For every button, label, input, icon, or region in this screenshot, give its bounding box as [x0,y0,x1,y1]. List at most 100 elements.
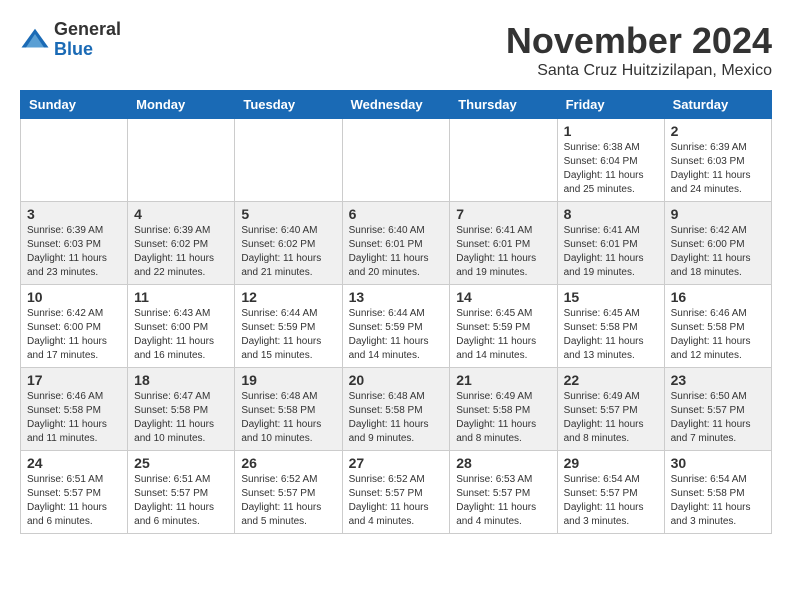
day-info: Sunrise: 6:46 AM Sunset: 5:58 PM Dayligh… [27,390,121,446]
day-info: Sunrise: 6:51 AM Sunset: 5:57 PM Dayligh… [27,473,121,529]
day-info: Sunrise: 6:51 AM Sunset: 5:57 PM Dayligh… [134,473,228,529]
day-info: Sunrise: 6:49 AM Sunset: 5:57 PM Dayligh… [564,390,658,446]
day-info: Sunrise: 6:49 AM Sunset: 5:58 PM Dayligh… [456,390,550,446]
day-info: Sunrise: 6:39 AM Sunset: 6:02 PM Dayligh… [134,224,228,280]
calendar-cell: 17 Sunrise: 6:46 AM Sunset: 5:58 PM Dayli… [21,368,128,451]
day-number: 22 [564,372,658,388]
day-number: 21 [456,372,550,388]
week-row-4: 17 Sunrise: 6:46 AM Sunset: 5:58 PM Dayli… [21,368,772,451]
day-number: 30 [671,455,765,471]
day-number: 26 [241,455,335,471]
day-number: 7 [456,206,550,222]
calendar-cell [128,119,235,202]
day-info: Sunrise: 6:46 AM Sunset: 5:58 PM Dayligh… [671,307,765,363]
calendar-cell: 15 Sunrise: 6:45 AM Sunset: 5:58 PM Dayli… [557,285,664,368]
day-number: 2 [671,123,765,139]
calendar-cell [342,119,450,202]
week-row-3: 10Sunrise: 6:42 AM Sunset: 6:00 PM Dayli… [21,285,772,368]
calendar-cell: 28Sunrise: 6:53 AM Sunset: 5:57 PM Dayli… [450,451,557,534]
calendar-cell: 6 Sunrise: 6:40 AM Sunset: 6:01 PM Daylig… [342,202,450,285]
day-number: 12 [241,289,335,305]
calendar-cell: 16 Sunrise: 6:46 AM Sunset: 5:58 PM Dayli… [664,285,771,368]
day-number: 9 [671,206,765,222]
day-number: 6 [349,206,444,222]
calendar-cell: 21 Sunrise: 6:49 AM Sunset: 5:58 PM Dayli… [450,368,557,451]
week-row-1: 1 Sunrise: 6:38 AM Sunset: 6:04 PM Daylig… [21,119,772,202]
day-number: 8 [564,206,658,222]
calendar-cell: 19 Sunrise: 6:48 AM Sunset: 5:58 PM Dayli… [235,368,342,451]
calendar: SundayMondayTuesdayWednesdayThursdayFrid… [20,90,772,534]
day-number: 25 [134,455,228,471]
calendar-cell: 3Sunrise: 6:39 AM Sunset: 6:03 PM Daylig… [21,202,128,285]
day-info: Sunrise: 6:52 AM Sunset: 5:57 PM Dayligh… [241,473,335,529]
day-number: 15 [564,289,658,305]
week-row-2: 3Sunrise: 6:39 AM Sunset: 6:03 PM Daylig… [21,202,772,285]
day-info: Sunrise: 6:48 AM Sunset: 5:58 PM Dayligh… [349,390,444,446]
calendar-cell [21,119,128,202]
day-info: Sunrise: 6:40 AM Sunset: 6:02 PM Dayligh… [241,224,335,280]
weekday-sunday: Sunday [21,91,128,119]
day-info: Sunrise: 6:42 AM Sunset: 6:00 PM Dayligh… [671,224,765,280]
calendar-cell: 18Sunrise: 6:47 AM Sunset: 5:58 PM Dayli… [128,368,235,451]
weekday-header-row: SundayMondayTuesdayWednesdayThursdayFrid… [21,91,772,119]
day-number: 5 [241,206,335,222]
day-number: 19 [241,372,335,388]
logo-general: General [54,20,121,40]
logo: General Blue [20,20,121,60]
month-year: November 2024 [506,20,772,62]
day-number: 17 [27,372,121,388]
weekday-monday: Monday [128,91,235,119]
logo-text: General Blue [54,20,121,60]
day-number: 14 [456,289,550,305]
day-info: Sunrise: 6:45 AM Sunset: 5:59 PM Dayligh… [456,307,550,363]
day-info: Sunrise: 6:52 AM Sunset: 5:57 PM Dayligh… [349,473,444,529]
weekday-tuesday: Tuesday [235,91,342,119]
day-info: Sunrise: 6:38 AM Sunset: 6:04 PM Dayligh… [564,141,658,197]
weekday-thursday: Thursday [450,91,557,119]
logo-blue: Blue [54,40,121,60]
calendar-cell: 12 Sunrise: 6:44 AM Sunset: 5:59 PM Dayli… [235,285,342,368]
day-number: 13 [349,289,444,305]
day-info: Sunrise: 6:53 AM Sunset: 5:57 PM Dayligh… [456,473,550,529]
title-area: November 2024 Santa Cruz Huitzizilapan, … [506,20,772,80]
day-number: 24 [27,455,121,471]
day-info: Sunrise: 6:42 AM Sunset: 6:00 PM Dayligh… [27,307,121,363]
calendar-cell: 23Sunrise: 6:50 AM Sunset: 5:57 PM Dayli… [664,368,771,451]
day-number: 11 [134,289,228,305]
calendar-cell: 5 Sunrise: 6:40 AM Sunset: 6:02 PM Daylig… [235,202,342,285]
calendar-cell: 30Sunrise: 6:54 AM Sunset: 5:58 PM Dayli… [664,451,771,534]
weekday-friday: Friday [557,91,664,119]
calendar-cell: 8 Sunrise: 6:41 AM Sunset: 6:01 PM Daylig… [557,202,664,285]
day-number: 27 [349,455,444,471]
day-info: Sunrise: 6:41 AM Sunset: 6:01 PM Dayligh… [564,224,658,280]
calendar-cell: 20Sunrise: 6:48 AM Sunset: 5:58 PM Dayli… [342,368,450,451]
day-info: Sunrise: 6:40 AM Sunset: 6:01 PM Dayligh… [349,224,444,280]
day-number: 4 [134,206,228,222]
day-info: Sunrise: 6:45 AM Sunset: 5:58 PM Dayligh… [564,307,658,363]
day-number: 29 [564,455,658,471]
calendar-cell: 27 Sunrise: 6:52 AM Sunset: 5:57 PM Dayli… [342,451,450,534]
calendar-cell: 10Sunrise: 6:42 AM Sunset: 6:00 PM Dayli… [21,285,128,368]
calendar-cell: 11 Sunrise: 6:43 AM Sunset: 6:00 PM Dayli… [128,285,235,368]
day-number: 23 [671,372,765,388]
calendar-cell: 2 Sunrise: 6:39 AM Sunset: 6:03 PM Daylig… [664,119,771,202]
day-info: Sunrise: 6:39 AM Sunset: 6:03 PM Dayligh… [671,141,765,197]
weekday-wednesday: Wednesday [342,91,450,119]
day-info: Sunrise: 6:44 AM Sunset: 5:59 PM Dayligh… [241,307,335,363]
day-number: 1 [564,123,658,139]
calendar-cell: 29Sunrise: 6:54 AM Sunset: 5:57 PM Dayli… [557,451,664,534]
day-number: 18 [134,372,228,388]
calendar-cell: 1 Sunrise: 6:38 AM Sunset: 6:04 PM Daylig… [557,119,664,202]
calendar-cell: 4 Sunrise: 6:39 AM Sunset: 6:02 PM Daylig… [128,202,235,285]
calendar-cell: 25 Sunrise: 6:51 AM Sunset: 5:57 PM Dayli… [128,451,235,534]
calendar-cell: 22 Sunrise: 6:49 AM Sunset: 5:57 PM Dayli… [557,368,664,451]
day-info: Sunrise: 6:39 AM Sunset: 6:03 PM Dayligh… [27,224,121,280]
calendar-cell [450,119,557,202]
logo-icon [20,25,50,55]
calendar-cell: 26 Sunrise: 6:52 AM Sunset: 5:57 PM Dayli… [235,451,342,534]
week-row-5: 24 Sunrise: 6:51 AM Sunset: 5:57 PM Dayli… [21,451,772,534]
day-info: Sunrise: 6:43 AM Sunset: 6:00 PM Dayligh… [134,307,228,363]
day-number: 16 [671,289,765,305]
page-header: General Blue November 2024 Santa Cruz Hu… [20,20,772,80]
day-info: Sunrise: 6:48 AM Sunset: 5:58 PM Dayligh… [241,390,335,446]
